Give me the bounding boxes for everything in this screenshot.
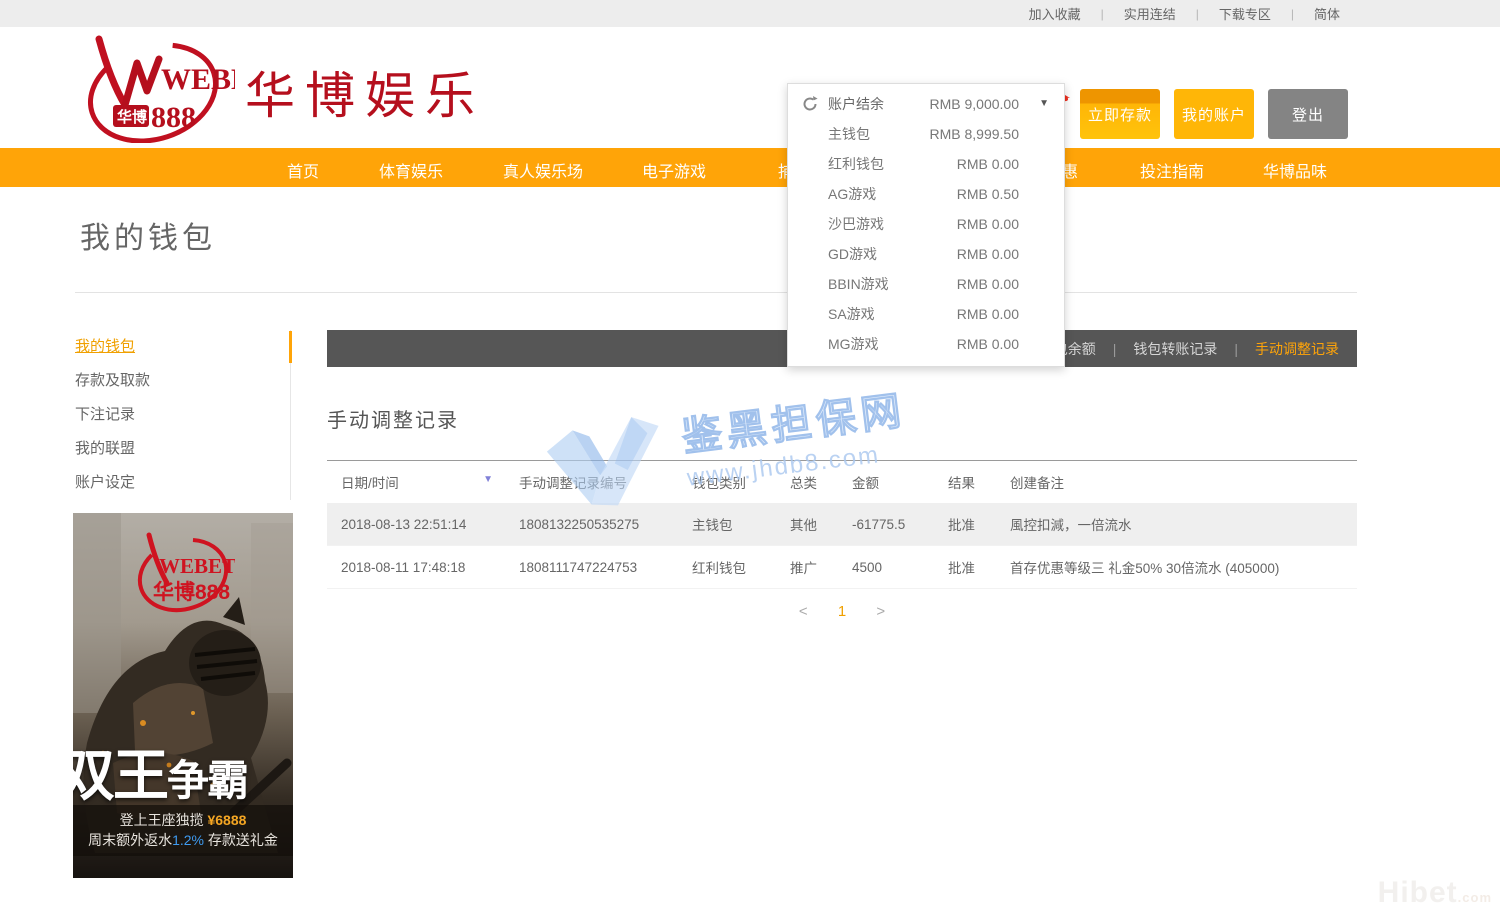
- cell-remark: 首存优惠等级三 礼金50% 30倍流水 (405000): [996, 546, 1357, 589]
- tab-wallet-transfer-records[interactable]: 钱包转账记录: [1133, 339, 1217, 359]
- table-row: 2018-08-13 22:51:14 1808132250535275 主钱包…: [327, 503, 1357, 546]
- deposit-button[interactable]: 立即存款: [1080, 89, 1160, 139]
- cell-record-id: 1808132250535275: [505, 503, 678, 546]
- svg-text:WEBET: WEBET: [161, 63, 235, 96]
- wallet-row-saba: 沙巴游戏RMB 0.00: [788, 209, 1064, 239]
- sidebar: 我的钱包 存款及取款 下注记录 我的联盟 账户设定: [75, 330, 291, 500]
- wallet-row-sa: SA游戏RMB 0.00: [788, 299, 1064, 329]
- divider: |: [1291, 7, 1294, 21]
- balance-dropdown: 账户结余 RMB 9,000.00 ▼ 主钱包RMB 8,999.50 红利钱包…: [787, 83, 1065, 367]
- topbar-link-useful-links[interactable]: 实用连结: [1124, 4, 1176, 23]
- banner-title: 双王争霸: [73, 731, 293, 812]
- my-account-button[interactable]: 我的账户: [1174, 89, 1254, 139]
- cell-category: 推广: [776, 546, 838, 589]
- header-amount: 金额: [838, 461, 934, 504]
- cell-datetime: 2018-08-11 17:48:18: [327, 546, 505, 589]
- chevron-down-icon[interactable]: ▼: [1039, 98, 1049, 109]
- main-nav: 首页 体育娱乐 真人娱乐场 电子游戏 捕鱼游戏 优惠 投注指南 华博品味: [0, 148, 1500, 187]
- webet-emblem-icon: WEBET 华博 888: [75, 33, 235, 143]
- wallet-row-bonus: 红利钱包RMB 0.00: [788, 149, 1064, 179]
- cell-result: 批准: [934, 546, 996, 589]
- table-row: 2018-08-11 17:48:18 1808111747224753 红利钱…: [327, 546, 1357, 589]
- svg-text:华博888: 华博888: [153, 580, 230, 604]
- prev-page-button[interactable]: <: [799, 603, 808, 620]
- records-table: 日期/时间 ▼ 手动调整记录编号 钱包类别 总类 金额 结果 创建备注 2018…: [327, 460, 1357, 589]
- page-title: 我的钱包: [80, 213, 216, 257]
- cell-result: 批准: [934, 503, 996, 546]
- top-utility-bar: 加入收藏 | 实用连结 | 下载专区 | 简体: [0, 0, 1500, 27]
- wallet-row-main: 主钱包RMB 8,999.50: [788, 119, 1064, 149]
- svg-text:WEBET: WEBET: [159, 554, 235, 578]
- svg-text:华博: 华博: [117, 108, 147, 126]
- corner-watermark: Hibet.com: [1378, 876, 1492, 910]
- content: 我的钱包 存款及取款 下注记录 我的联盟 账户设定: [0, 293, 1500, 914]
- cell-record-id: 1808111747224753: [505, 546, 678, 589]
- section-title: 手动调整记录: [327, 404, 1357, 433]
- header-wallet-type: 钱包类别: [678, 461, 776, 504]
- refresh-icon[interactable]: [801, 95, 819, 113]
- topbar-link-simplified-chinese[interactable]: 简体: [1314, 4, 1340, 23]
- nav-item-live-casino[interactable]: 真人娱乐场: [503, 158, 583, 182]
- page: 加入收藏 | 实用连结 | 下载专区 | 简体 WEBET 华博 888 华博娱…: [0, 0, 1500, 914]
- header: WEBET 华博 888 华博娱乐 欢迎回来 ! hjx8k 立即存款 我的账户…: [0, 27, 1500, 148]
- banner-logo: WEBET 华博888: [131, 531, 235, 622]
- sort-desc-icon[interactable]: ▼: [483, 474, 493, 485]
- cell-wallet-type: 红利钱包: [678, 546, 776, 589]
- header-record-id: 手动调整记录编号: [505, 461, 678, 504]
- nav-item-slots[interactable]: 电子游戏: [642, 158, 706, 182]
- nav-item-betting-guide[interactable]: 投注指南: [1140, 158, 1204, 182]
- balance-total-value: RMB 9,000.00: [930, 96, 1020, 112]
- tab-manual-adjustment-records[interactable]: 手动调整记录: [1255, 339, 1339, 359]
- wallet-row-gd: GD游戏RMB 0.00: [788, 239, 1064, 269]
- logout-button[interactable]: 登出: [1268, 89, 1348, 139]
- divider: |: [1113, 341, 1117, 357]
- divider: |: [1234, 341, 1238, 357]
- cell-remark: 風控扣減，一倍流水: [996, 503, 1357, 546]
- header-category: 总类: [776, 461, 838, 504]
- cell-datetime: 2018-08-13 22:51:14: [327, 503, 505, 546]
- svg-text:888: 888: [151, 101, 196, 134]
- header-datetime[interactable]: 日期/时间 ▼: [327, 461, 505, 504]
- topbar-link-downloads[interactable]: 下载专区: [1219, 4, 1271, 23]
- topbar-link-favorites[interactable]: 加入收藏: [1029, 4, 1081, 23]
- banner-offer-text: 登上王座独揽 ¥6888 周末额外返水1.2% 存款送礼金: [73, 805, 293, 856]
- sidebar-item-deposit-withdraw[interactable]: 存款及取款: [75, 364, 290, 398]
- divider: |: [1101, 7, 1104, 21]
- nav-item-sports[interactable]: 体育娱乐: [379, 158, 443, 182]
- page-number[interactable]: 1: [838, 603, 846, 620]
- wallet-row-bbin: BBIN游戏RMB 0.00: [788, 269, 1064, 299]
- header-remark: 创建备注: [996, 461, 1357, 504]
- pagination: < 1 >: [327, 603, 1357, 620]
- cell-amount: -61775.5: [838, 503, 934, 546]
- cell-wallet-type: 主钱包: [678, 503, 776, 546]
- divider: |: [1196, 7, 1199, 21]
- header-result: 结果: [934, 461, 996, 504]
- wallet-row-ag: AG游戏RMB 0.50: [788, 179, 1064, 209]
- main-panel: 钱包余额 | 钱包转账记录 | 手动调整记录 手动调整记录 日期/时间 ▼ 手动…: [327, 330, 1357, 620]
- sidebar-item-bet-records[interactable]: 下注记录: [75, 398, 290, 432]
- cell-amount: 4500: [838, 546, 934, 589]
- balance-summary-row[interactable]: 账户结余 RMB 9,000.00 ▼: [788, 89, 1064, 119]
- site-logo[interactable]: WEBET 华博 888 华博娱乐: [75, 33, 485, 143]
- next-page-button[interactable]: >: [876, 603, 885, 620]
- page-title-band: 我的钱包: [0, 187, 1500, 293]
- sidebar-item-my-alliance[interactable]: 我的联盟: [75, 432, 290, 466]
- nav-item-webet-taste[interactable]: 华博品味: [1263, 158, 1327, 182]
- sidebar-item-account-settings[interactable]: 账户设定: [75, 466, 290, 500]
- brand-name-cn: 华博娱乐: [245, 56, 485, 128]
- promo-banner[interactable]: WEBET 华博888 双王争霸 登上王座独揽 ¥6888 周末额外返水1.2%…: [73, 513, 293, 878]
- webet-emblem-icon: WEBET 华博888: [131, 531, 235, 617]
- cell-category: 其他: [776, 503, 838, 546]
- nav-item-home[interactable]: 首页: [287, 158, 319, 182]
- table-header-row: 日期/时间 ▼ 手动调整记录编号 钱包类别 总类 金额 结果 创建备注: [327, 461, 1357, 504]
- wallet-row-mg: MG游戏RMB 0.00: [788, 329, 1064, 359]
- balance-total-label: 账户结余: [828, 94, 884, 114]
- sidebar-item-my-wallet[interactable]: 我的钱包: [75, 330, 290, 364]
